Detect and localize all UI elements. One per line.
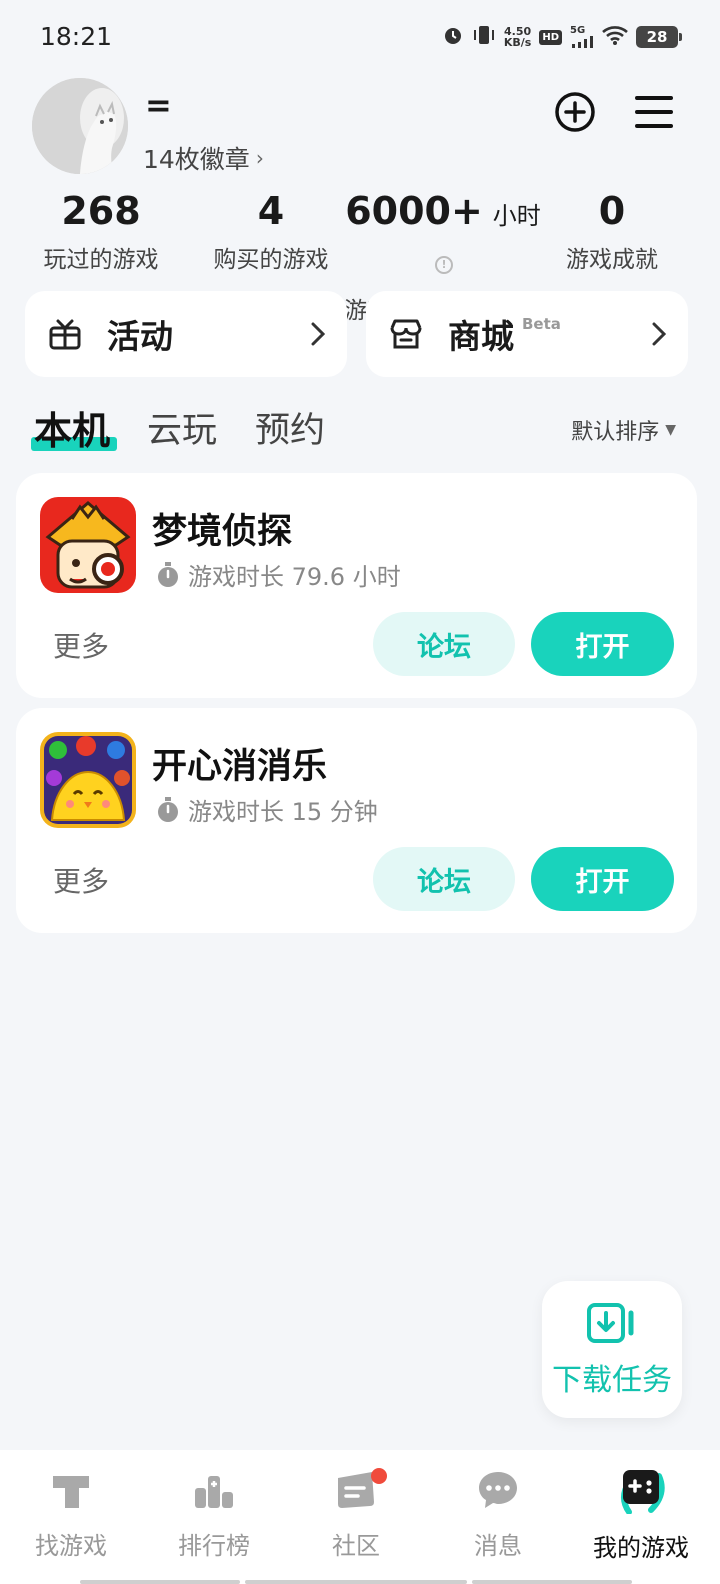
status-time: 18:21: [40, 22, 113, 51]
find-game-icon: [53, 1476, 89, 1508]
nav-label: 社区: [332, 1532, 380, 1560]
game-card[interactable]: 梦境侦探 游戏时长 79.6 小时 更多 论坛 打开: [16, 473, 697, 698]
game-icon-dream-detective: [40, 497, 136, 593]
playtime-text: 游戏时长 79.6 小时: [188, 563, 401, 591]
nav-find-game[interactable]: 找游戏: [1, 1468, 141, 1561]
add-button[interactable]: [551, 88, 599, 136]
download-video-icon: [587, 1303, 634, 1343]
game-playtime: 游戏时长 79.6 小时: [156, 557, 401, 592]
stat-value: 4: [257, 189, 285, 233]
tab-label: 云玩: [147, 411, 218, 451]
game-name: 开心消消乐: [152, 747, 328, 787]
download-task-label: 下载任务: [552, 1363, 672, 1398]
wifi-icon: [602, 25, 628, 49]
stat-purchased-games[interactable]: 4 购买的游戏: [206, 188, 336, 274]
chevron-right-icon: ›: [255, 146, 264, 170]
message-icon: [479, 1472, 517, 1508]
nav-label: 排行榜: [178, 1532, 250, 1560]
open-button[interactable]: 打开: [531, 847, 674, 911]
sort-label: 默认排序: [571, 420, 660, 445]
nav-label: 消息: [474, 1532, 522, 1560]
badges-link[interactable]: 14枚徽章 ›: [143, 140, 264, 176]
stat-played-games[interactable]: 268 玩过的游戏: [36, 188, 166, 274]
network-type: 5G: [570, 25, 586, 36]
store-card[interactable]: 商城 Beta: [366, 291, 688, 377]
stat-label: 玩过的游戏: [43, 247, 159, 273]
leaderboard-icon: [195, 1476, 233, 1508]
vibrate-icon: [472, 24, 496, 50]
badges-count: 14枚徽章: [143, 145, 250, 174]
status-icons: 4.50 KB/s HD 5G 28: [442, 24, 682, 50]
more-button[interactable]: 更多: [53, 625, 109, 665]
forum-button[interactable]: 论坛: [373, 847, 515, 911]
tab-cloud[interactable]: 云玩: [147, 402, 217, 453]
nav-label: 找游戏: [35, 1532, 107, 1560]
tab-label: 预约: [255, 411, 326, 451]
info-icon[interactable]: !: [435, 255, 453, 274]
open-button[interactable]: 打开: [531, 612, 674, 676]
avatar[interactable]: [32, 78, 128, 174]
nav-leaderboard[interactable]: 排行榜: [144, 1468, 284, 1561]
hd-badge: HD: [539, 29, 562, 45]
game-name: 梦境侦探: [152, 512, 293, 552]
beta-badge: Beta: [522, 315, 561, 333]
alarm-icon: [442, 24, 464, 50]
game-playtime: 游戏时长 15 分钟: [156, 792, 378, 827]
store-label: 商城: [448, 317, 514, 356]
stat-label: 购买的游戏: [213, 247, 329, 273]
signal-icon: 5G: [570, 26, 594, 48]
username: =: [145, 86, 172, 124]
net-speed: 4.50 KB/s: [504, 26, 531, 48]
store-icon: [390, 319, 422, 349]
tab-local[interactable]: 本机: [34, 400, 110, 455]
status-bar: 18:21 4.50 KB/s HD 5G 28: [0, 0, 720, 76]
nav-community[interactable]: 社区: [286, 1468, 426, 1561]
home-indicator: [80, 1580, 240, 1584]
net-speed-unit: KB/s: [503, 36, 532, 49]
stat-value: 268: [61, 189, 141, 233]
more-button[interactable]: 更多: [53, 860, 109, 900]
gift-icon: [49, 319, 81, 350]
bottom-navigation: 找游戏 排行榜 社区 消息 我的游戏: [0, 1450, 720, 1584]
home-indicator: [472, 1580, 632, 1584]
game-card[interactable]: 开心消消乐 游戏时长 15 分钟 更多 论坛 打开: [16, 708, 697, 933]
chevron-right-icon: [652, 322, 666, 346]
stat-value: 0: [598, 189, 626, 233]
stat-value: 6000+: [345, 189, 483, 233]
notification-dot: [371, 1468, 387, 1484]
nav-label: 我的游戏: [593, 1534, 689, 1562]
menu-button[interactable]: [630, 88, 678, 136]
download-task-button[interactable]: 下载任务: [542, 1281, 682, 1418]
chevron-right-icon: [311, 322, 325, 346]
stat-value-row: 6000+ 小时!: [338, 188, 548, 285]
battery-icon: 28: [636, 26, 682, 48]
playtime-text: 游戏时长 15 分钟: [188, 798, 378, 826]
sort-dropdown[interactable]: 默认排序 ▼: [571, 414, 676, 446]
my-games-icon: [621, 1470, 665, 1514]
forum-button[interactable]: 论坛: [373, 612, 515, 676]
stat-label: 游戏成就: [566, 247, 658, 273]
home-indicator: [245, 1580, 467, 1584]
tab-reserved[interactable]: 预约: [255, 402, 325, 453]
nav-my-games[interactable]: 我的游戏: [571, 1468, 711, 1563]
plus-circle-icon: [555, 92, 595, 132]
stopwatch-icon: [158, 796, 178, 822]
hamburger-menu-icon: [635, 96, 673, 128]
nav-messages[interactable]: 消息: [428, 1468, 568, 1561]
stopwatch-icon: [158, 561, 178, 587]
activity-label: 活动: [107, 317, 173, 356]
game-icon-happy-elimination: [40, 732, 136, 828]
caret-down-icon: ▼: [665, 422, 676, 438]
stat-unit: 小时: [492, 202, 541, 230]
activity-card[interactable]: 活动: [25, 291, 347, 377]
tab-label: 本机: [34, 409, 111, 453]
stat-achievements[interactable]: 0 游戏成就: [560, 188, 664, 274]
my-games-page: 18:21 4.50 KB/s HD 5G 28 = 14枚徽章 › 268 玩…: [0, 0, 720, 1584]
